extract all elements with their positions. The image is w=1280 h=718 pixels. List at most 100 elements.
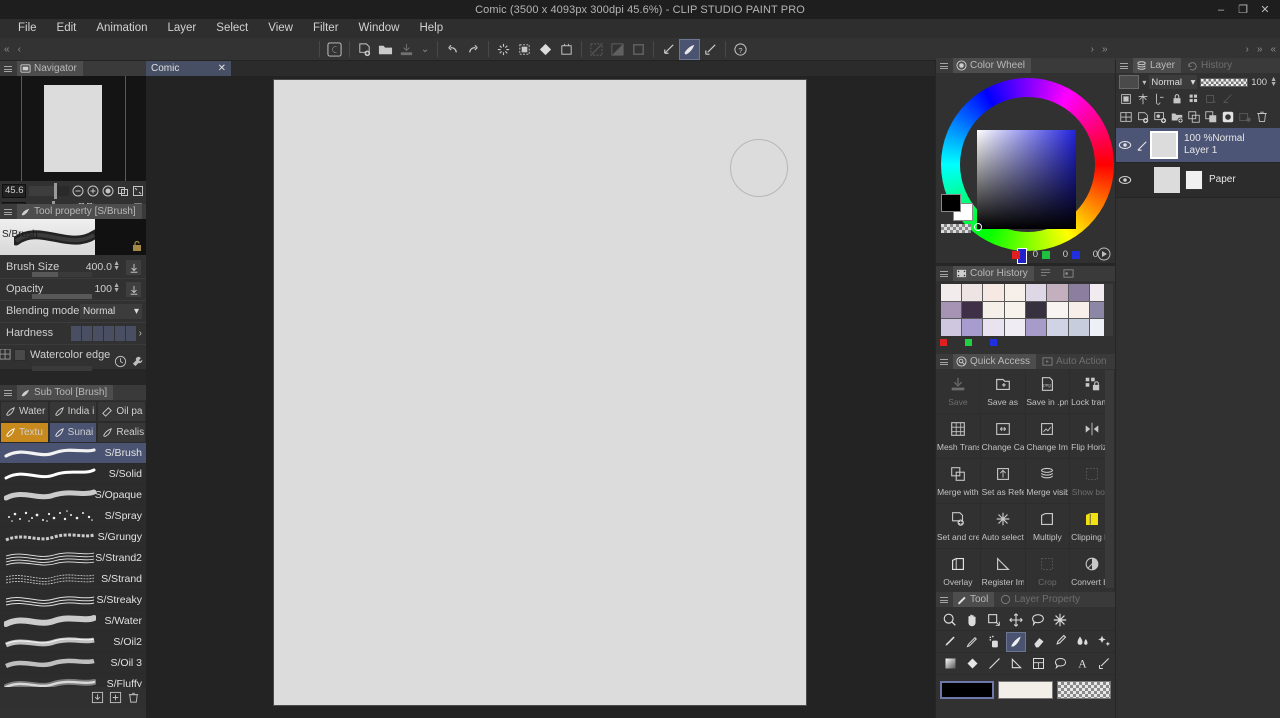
panel-menu-icon[interactable] bbox=[1118, 62, 1130, 69]
quick-action-save-png[interactable]: png Save in .png bbox=[1025, 369, 1071, 414]
menu-window[interactable]: Window bbox=[349, 19, 410, 38]
command-bar-prev[interactable]: ‹ bbox=[14, 44, 25, 55]
sub-tool-item-s-fluffy[interactable]: S/Fluffy bbox=[0, 674, 146, 687]
sub-tool-item-s-grungy[interactable]: S/Grungy bbox=[0, 527, 146, 548]
brush-icon[interactable] bbox=[1006, 631, 1026, 652]
menu-select[interactable]: Select bbox=[206, 19, 258, 38]
ruler-snap-icon[interactable] bbox=[658, 39, 679, 60]
sub-tool-item-s-strand2[interactable]: S/Strand2 bbox=[0, 548, 146, 569]
sub-tool-tab-water[interactable]: Water bbox=[0, 401, 49, 422]
quick-action-register-image[interactable]: Register Im bbox=[980, 549, 1026, 594]
draft-layer-icon[interactable] bbox=[1220, 91, 1236, 107]
sub-tool-tab-oil-paint[interactable]: Oil pa bbox=[97, 401, 147, 422]
opacity-value[interactable]: 100 bbox=[94, 283, 112, 295]
intermediate-color-tab[interactable] bbox=[1060, 266, 1080, 281]
navigator-preview[interactable] bbox=[0, 76, 146, 181]
sub-tool-item-s-spray[interactable]: S/Spray bbox=[0, 506, 146, 527]
blue-value[interactable]: 0 bbox=[1084, 249, 1098, 260]
auto-select-wand-icon[interactable] bbox=[1050, 610, 1070, 630]
foreground-color-swatch[interactable] bbox=[941, 194, 961, 212]
blend-icon[interactable] bbox=[1072, 632, 1092, 652]
sub-tool-item-s-solid[interactable]: S/Solid bbox=[0, 464, 146, 485]
layer-property-tab[interactable]: Layer Property bbox=[997, 592, 1086, 607]
frame-border-icon[interactable] bbox=[1028, 654, 1048, 674]
red-value[interactable]: 0 bbox=[1024, 249, 1038, 260]
duplicate-sub-tool-icon[interactable] bbox=[109, 691, 122, 704]
brush-size-dynamics-button[interactable] bbox=[126, 260, 141, 275]
move-icon[interactable] bbox=[1006, 610, 1026, 630]
combine-to-lower-layer-icon[interactable] bbox=[1203, 109, 1219, 125]
zoom-icon[interactable] bbox=[940, 610, 960, 630]
history-tab[interactable]: History bbox=[1184, 58, 1238, 73]
menu-layer[interactable]: Layer bbox=[158, 19, 207, 38]
hardness-options[interactable]: › bbox=[70, 326, 142, 341]
quick-action-set-and-create[interactable]: Set and cre bbox=[936, 504, 981, 549]
create-layer-mask-icon[interactable] bbox=[1220, 109, 1236, 125]
canvas-paper[interactable] bbox=[274, 80, 806, 705]
balloon-icon[interactable] bbox=[1050, 654, 1070, 674]
quick-access-tab[interactable]: Quick Access bbox=[953, 354, 1037, 369]
transparent-color-swatch[interactable] bbox=[1056, 681, 1111, 699]
airbrush-icon[interactable] bbox=[984, 632, 1004, 652]
menu-view[interactable]: View bbox=[258, 19, 303, 38]
auto-action-tab[interactable]: Auto Action bbox=[1039, 354, 1113, 369]
opacity-row[interactable]: Opacity 100 ▲ ▼ bbox=[0, 279, 146, 301]
panel-menu-icon[interactable] bbox=[938, 270, 950, 277]
color-wheel-tab[interactable]: Color Wheel bbox=[953, 58, 1032, 73]
fill-icon[interactable] bbox=[962, 654, 982, 674]
canvas-area[interactable] bbox=[146, 76, 935, 718]
gradient-icon[interactable] bbox=[940, 654, 960, 674]
menu-filter[interactable]: Filter bbox=[303, 19, 349, 38]
delete-sub-tool-icon[interactable] bbox=[127, 691, 140, 704]
pen-icon[interactable] bbox=[962, 632, 982, 652]
right-dock-collapse[interactable]: « bbox=[1266, 44, 1280, 55]
new-file-icon[interactable] bbox=[354, 39, 375, 60]
lasso-select-icon[interactable] bbox=[1028, 610, 1048, 630]
eyedropper-icon[interactable] bbox=[1050, 632, 1070, 652]
sub-tool-tab-texture[interactable]: Textu bbox=[0, 422, 49, 443]
watercolor-edge-checkbox[interactable] bbox=[14, 349, 26, 361]
decoration-icon[interactable] bbox=[1094, 632, 1114, 652]
green-value[interactable]: 0 bbox=[1054, 249, 1068, 260]
hardness-row[interactable]: Hardness › bbox=[0, 323, 146, 345]
sub-options-icon[interactable] bbox=[0, 349, 11, 360]
menu-edit[interactable]: Edit bbox=[47, 19, 87, 38]
quick-action-crop[interactable]: Crop bbox=[1025, 549, 1071, 594]
brush-tool-active-icon[interactable] bbox=[679, 38, 701, 60]
sub-tool-item-s-strand[interactable]: S/Strand bbox=[0, 569, 146, 590]
brush-size-slider[interactable] bbox=[32, 272, 92, 277]
close-icon[interactable]: ✕ bbox=[218, 63, 226, 74]
maximize-button[interactable]: ❐ bbox=[1232, 0, 1254, 19]
sub-tool-item-s-oil3[interactable]: S/Oil 3 bbox=[0, 653, 146, 674]
quick-action-overlay[interactable]: Overlay bbox=[936, 549, 981, 594]
quick-action-change-image[interactable]: Change Ima bbox=[1025, 414, 1071, 459]
pencil-icon[interactable] bbox=[940, 632, 960, 652]
import-sub-tool-icon[interactable] bbox=[91, 691, 104, 704]
help-icon[interactable]: ? bbox=[730, 39, 751, 60]
text-icon[interactable]: A bbox=[1072, 654, 1092, 674]
sv-cursor[interactable] bbox=[974, 223, 982, 231]
blending-mode-select[interactable]: Normal ▾ bbox=[80, 304, 142, 319]
sub-tool-item-s-water[interactable]: S/Water bbox=[0, 611, 146, 632]
new-raster-layer-icon[interactable] bbox=[1135, 109, 1151, 125]
transfer-to-lower-layer-icon[interactable] bbox=[1186, 109, 1202, 125]
layer-folder-view-icon[interactable] bbox=[1118, 109, 1134, 125]
brush-size-row[interactable]: Brush Size 400.0 ▲ ▼ bbox=[0, 257, 146, 279]
quick-action-mesh-transform[interactable]: Mesh Trans bbox=[936, 414, 981, 459]
lock-layer-icon[interactable] bbox=[1169, 91, 1185, 107]
saturation-value-square[interactable] bbox=[977, 130, 1076, 229]
chevron-down-icon[interactable]: ▾ bbox=[1142, 78, 1146, 87]
redo-icon[interactable] bbox=[463, 39, 484, 60]
color-set-tab[interactable] bbox=[1037, 266, 1057, 281]
undo-icon[interactable] bbox=[442, 39, 463, 60]
layer-from-selection-icon[interactable] bbox=[1237, 109, 1253, 125]
lock-icon[interactable] bbox=[131, 240, 143, 252]
sub-tool-list[interactable]: S/Brush S/Solid S/Opaque S/Spray S/Grung… bbox=[0, 443, 146, 687]
sub-tool-item-s-opaque[interactable]: S/Opaque bbox=[0, 485, 146, 506]
quick-action-merge-visible[interactable]: Merge visib bbox=[1025, 459, 1071, 504]
color-history-scrollbar[interactable] bbox=[1104, 284, 1113, 336]
layer-mask-thumbnail[interactable] bbox=[1119, 75, 1140, 89]
color-history-tab[interactable]: Color History bbox=[953, 266, 1034, 281]
command-bar-next[interactable]: › bbox=[1087, 44, 1098, 55]
panel-menu-icon[interactable] bbox=[938, 62, 950, 69]
